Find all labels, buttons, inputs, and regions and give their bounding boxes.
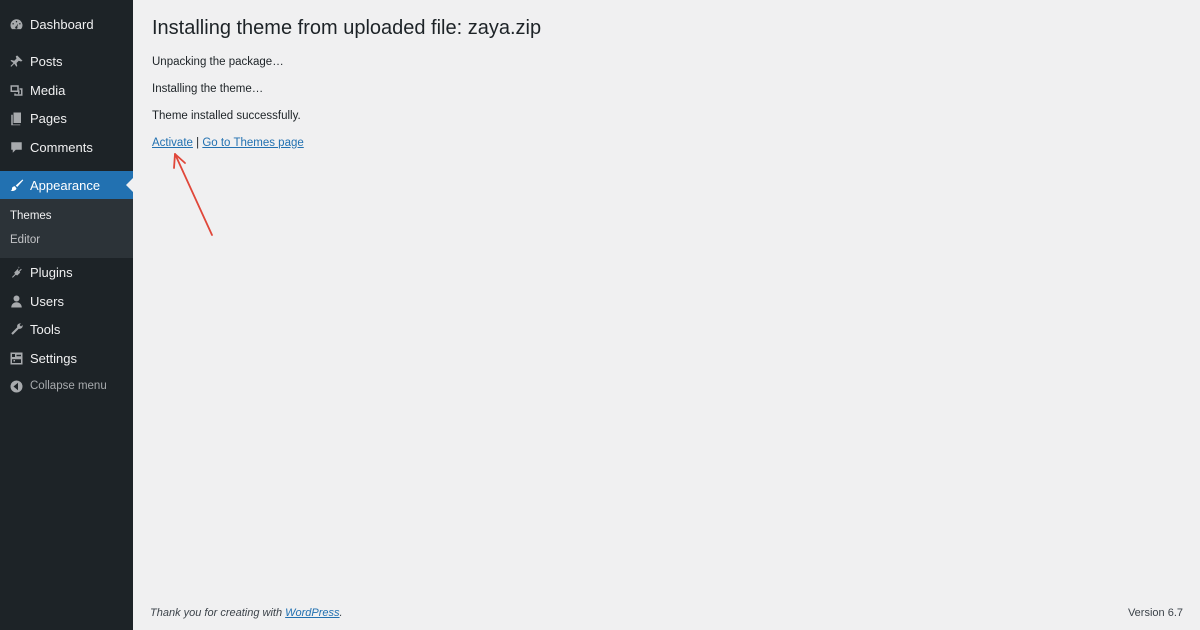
sidebar-item-plugins[interactable]: Plugins: [0, 258, 133, 286]
sidebar-item-appearance[interactable]: Appearance: [0, 171, 133, 199]
sidebar-item-label: Dashboard: [30, 16, 94, 32]
status-message-success: Theme installed successfully.: [152, 110, 301, 122]
media-icon: [8, 82, 24, 98]
footer-thanks-text: Thank you for creating with: [150, 607, 283, 619]
wordpress-link[interactable]: WordPress: [285, 607, 339, 619]
status-message-unpacking: Unpacking the package…: [152, 56, 284, 68]
pages-icon: [8, 110, 24, 126]
sidebar-item-media[interactable]: Media: [0, 76, 133, 104]
sidebar-item-label: Comments: [30, 139, 93, 155]
sidebar-item-dashboard[interactable]: Dashboard: [0, 10, 133, 38]
sidebar-item-label: Settings: [30, 350, 77, 366]
plug-icon: [8, 264, 24, 280]
paintbrush-icon: [8, 177, 24, 193]
status-message-installing: Installing the theme…: [152, 83, 264, 95]
sidebar-item-label: Users: [30, 293, 64, 309]
sidebar-item-label: Plugins: [30, 264, 73, 280]
settings-icon: [8, 350, 24, 366]
sidebar-item-label: Posts: [30, 53, 63, 69]
submenu-item-themes[interactable]: Themes: [10, 210, 52, 222]
active-menu-pointer: [126, 178, 133, 192]
sidebar-item-label: Media: [30, 82, 66, 98]
comment-icon: [8, 139, 24, 155]
sidebar-item-tools[interactable]: Tools: [0, 315, 133, 343]
footer-version: Version 6.7: [1127, 607, 1183, 619]
wrench-icon: [8, 321, 24, 337]
sidebar-item-pages[interactable]: Pages: [0, 104, 133, 132]
sidebar-item-label: Appearance: [30, 177, 101, 193]
collapse-menu-label: Collapse menu: [30, 380, 107, 392]
sidebar-item-label: Pages: [30, 110, 67, 126]
collapse-menu-button[interactable]: Collapse menu: [0, 372, 133, 400]
dashboard-icon: [8, 16, 24, 32]
annotation-arrow: [173, 153, 213, 236]
collapse-arrow-icon: [8, 378, 24, 394]
sidebar-item-users[interactable]: Users: [0, 287, 133, 315]
footer-thanks-suffix: .: [339, 607, 343, 619]
page-title: Installing theme from uploaded file: zay…: [152, 17, 542, 39]
footer-thanks: Thank you for creating with WordPress.: [150, 607, 343, 619]
pushpin-icon: [8, 53, 24, 69]
admin-sidebar: Dashboard Posts Media Pages Comments App…: [0, 0, 133, 630]
sidebar-item-settings[interactable]: Settings: [0, 344, 133, 372]
sidebar-item-comments[interactable]: Comments: [0, 133, 133, 161]
appearance-submenu: Themes Editor: [0, 199, 133, 258]
sidebar-item-posts[interactable]: Posts: [0, 47, 133, 75]
submenu-item-editor[interactable]: Editor: [10, 234, 40, 246]
sidebar-item-label: Tools: [30, 321, 61, 337]
user-icon: [8, 293, 24, 309]
